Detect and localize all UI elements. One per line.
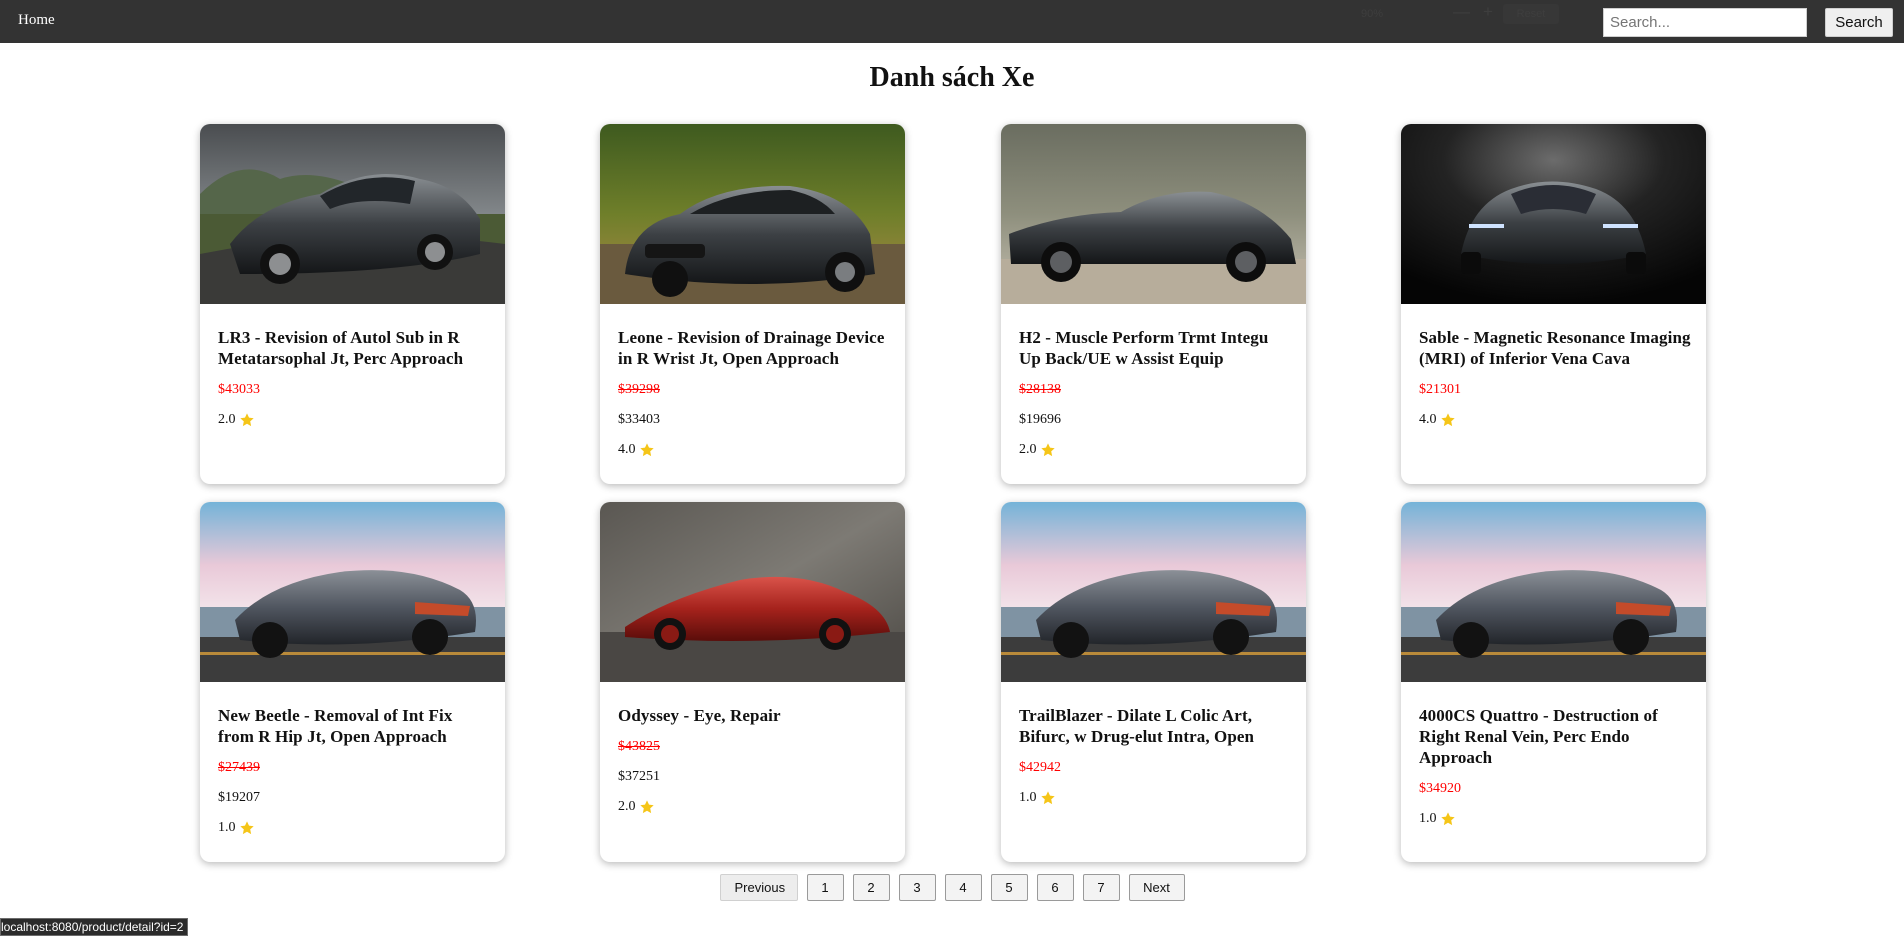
page-title: Danh sách Xe <box>869 62 1035 93</box>
search-button[interactable]: Search <box>1825 8 1893 37</box>
product-rating: 2.0 <box>618 799 890 815</box>
page-5-button[interactable]: 5 <box>990 874 1028 901</box>
zoom-out-icon[interactable]: — <box>1453 2 1470 22</box>
rating-value: 2.0 <box>618 799 636 814</box>
product-name[interactable]: Odyssey - Eye, Repair <box>618 705 890 726</box>
product-original-price: $28138 <box>1019 382 1061 397</box>
product-rating: 1.0 <box>1019 790 1291 806</box>
page-1-button[interactable]: 1 <box>806 874 844 901</box>
product-rating: 4.0 <box>618 442 890 458</box>
product-rating: 2.0 <box>218 412 490 428</box>
star-icon <box>1040 443 1055 457</box>
product-card[interactable]: TrailBlazer - Dilate L Colic Art, Bifurc… <box>1001 502 1306 862</box>
product-rating: 4.0 <box>1419 412 1691 428</box>
product-name[interactable]: Leone - Revision of Drainage Device in R… <box>618 327 890 369</box>
product-card[interactable]: H2 - Muscle Perform Trmt Integu Up Back/… <box>1001 124 1306 484</box>
rating-value: 4.0 <box>618 442 636 457</box>
link-status-bar: localhost:8080/product/detail?id=2 <box>0 918 189 936</box>
rating-value: 4.0 <box>1419 412 1437 427</box>
previous-button[interactable]: Previous <box>719 874 798 901</box>
product-image[interactable] <box>1001 124 1306 304</box>
star-icon <box>1440 413 1455 427</box>
star-icon <box>239 821 254 835</box>
product-image[interactable] <box>1401 124 1706 304</box>
product-name[interactable]: TrailBlazer - Dilate L Colic Art, Bifurc… <box>1019 705 1291 747</box>
search-input[interactable] <box>1603 8 1807 37</box>
star-icon <box>639 443 654 457</box>
home-link[interactable]: Home <box>18 12 55 29</box>
zoom-reset-button[interactable]: Reset <box>1503 4 1559 24</box>
product-image[interactable] <box>1001 502 1306 682</box>
product-sale-price: $33403 <box>618 412 660 427</box>
product-rating: 1.0 <box>1419 811 1691 827</box>
page-2-button[interactable]: 2 <box>852 874 890 901</box>
star-icon <box>1440 812 1455 826</box>
zoom-level: 90% <box>1361 8 1384 20</box>
rating-value: 1.0 <box>1419 811 1437 826</box>
rating-value: 1.0 <box>1019 790 1037 805</box>
product-image[interactable] <box>1401 502 1706 682</box>
page-6-button[interactable]: 6 <box>1036 874 1074 901</box>
next-button[interactable]: Next <box>1128 874 1185 901</box>
product-name[interactable]: H2 - Muscle Perform Trmt Integu Up Back/… <box>1019 327 1291 369</box>
product-image[interactable] <box>600 502 905 682</box>
star-icon <box>639 800 654 814</box>
page-3-button[interactable]: 3 <box>898 874 936 901</box>
star-icon <box>1040 791 1055 805</box>
product-name[interactable]: New Beetle - Removal of Int Fix from R H… <box>218 705 490 747</box>
rating-value: 1.0 <box>218 820 236 835</box>
product-card[interactable]: Odyssey - Eye, Repair $43825 $37251 2.0 <box>600 502 905 862</box>
product-sale-price: $19696 <box>1019 412 1061 427</box>
product-card[interactable]: 4000CS Quattro - Destruction of Right Re… <box>1401 502 1706 862</box>
product-original-price: $39298 <box>618 382 660 397</box>
product-original-price: $27439 <box>218 760 260 775</box>
product-card[interactable]: New Beetle - Removal of Int Fix from R H… <box>200 502 505 862</box>
product-sale-price: $19207 <box>218 790 260 805</box>
zoom-in-icon[interactable]: + <box>1483 2 1493 22</box>
page-7-button[interactable]: 7 <box>1082 874 1120 901</box>
pagination: Previous 1 2 3 4 5 6 7 Next <box>0 874 1904 901</box>
product-image[interactable] <box>600 124 905 304</box>
product-price: $34920 <box>1419 781 1461 796</box>
page-4-button[interactable]: 4 <box>944 874 982 901</box>
product-rating: 1.0 <box>218 820 490 836</box>
star-icon <box>239 413 254 427</box>
rating-value: 2.0 <box>1019 442 1037 457</box>
product-name[interactable]: 4000CS Quattro - Destruction of Right Re… <box>1419 705 1691 768</box>
product-card[interactable]: LR3 - Revision of Autol Sub in R Metatar… <box>200 124 505 484</box>
product-original-price: $43825 <box>618 739 660 754</box>
top-navbar: Home 90% — + Reset Search <box>0 0 1904 43</box>
product-image[interactable] <box>200 502 505 682</box>
product-rating: 2.0 <box>1019 442 1291 458</box>
product-price: $43033 <box>218 382 260 397</box>
product-name[interactable]: LR3 - Revision of Autol Sub in R Metatar… <box>218 327 490 369</box>
rating-value: 2.0 <box>218 412 236 427</box>
product-image[interactable] <box>200 124 505 304</box>
product-card[interactable]: Sable - Magnetic Resonance Imaging (MRI)… <box>1401 124 1706 484</box>
product-price: $42942 <box>1019 760 1061 775</box>
product-name[interactable]: Sable - Magnetic Resonance Imaging (MRI)… <box>1419 327 1691 369</box>
product-price: $21301 <box>1419 382 1461 397</box>
product-sale-price: $37251 <box>618 769 660 784</box>
product-card[interactable]: Leone - Revision of Drainage Device in R… <box>600 124 905 484</box>
zoom-overlay: 90% — + Reset <box>1345 0 1570 30</box>
